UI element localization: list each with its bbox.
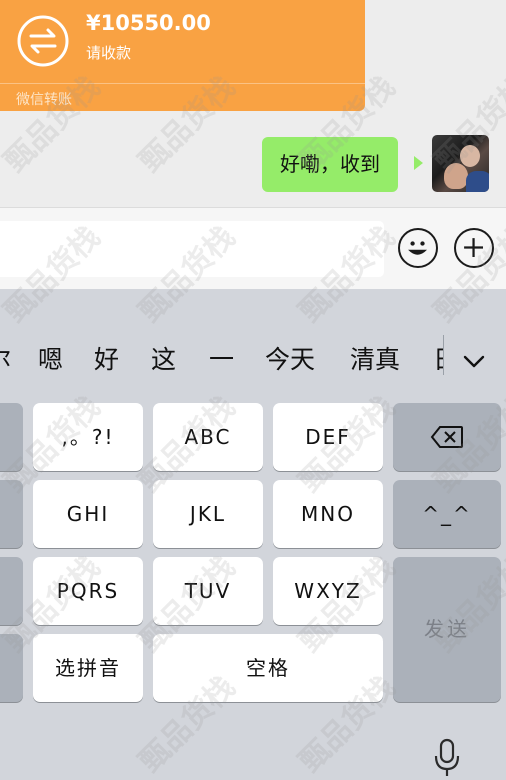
key-tuv[interactable]: TUV bbox=[153, 557, 263, 625]
avatar[interactable] bbox=[432, 135, 489, 192]
transfer-footer: 微信转账 bbox=[16, 92, 72, 108]
key-ghi[interactable]: GHI bbox=[33, 480, 143, 548]
avatar-face bbox=[460, 145, 480, 167]
space-key[interactable]: 空格 bbox=[153, 634, 383, 702]
transfer-card[interactable]: ¥10550.00 请收款 微信转账 bbox=[0, 0, 365, 111]
key-pqrs[interactable]: PQRS bbox=[33, 557, 143, 625]
key-wxyz[interactable]: WXYZ bbox=[273, 557, 383, 625]
chat-area: ¥10550.00 请收款 微信转账 好嘞，收到 bbox=[0, 0, 506, 205]
candidate-6[interactable]: 清真 bbox=[350, 331, 400, 389]
avatar-child bbox=[444, 163, 468, 189]
transfer-amount: ¥10550.00 bbox=[86, 11, 211, 35]
candidate-2[interactable]: 好 bbox=[94, 331, 119, 389]
key-mno[interactable]: MNO bbox=[273, 480, 383, 548]
message-bubble[interactable]: 好嘞，收到 bbox=[262, 137, 398, 192]
bubble-tail bbox=[414, 156, 423, 170]
emoji-icon[interactable] bbox=[398, 228, 438, 268]
candidate-5[interactable]: 今天 bbox=[265, 331, 315, 389]
side-key-4[interactable] bbox=[0, 634, 23, 702]
chevron-down-icon[interactable] bbox=[463, 355, 485, 369]
candidate-bar: 尔 嗯 好 这 一 今天 清真 日 bbox=[0, 331, 506, 389]
send-button[interactable]: 发送 bbox=[393, 557, 501, 702]
backspace-button[interactable] bbox=[393, 403, 501, 471]
avatar-shirt bbox=[466, 171, 489, 192]
candidate-0[interactable]: 尔 bbox=[0, 331, 11, 389]
key-jkl[interactable]: JKL bbox=[153, 480, 263, 548]
key-punctuation[interactable]: ,。?! bbox=[33, 403, 143, 471]
side-key-3[interactable] bbox=[0, 557, 23, 625]
key-abc[interactable]: ABC bbox=[153, 403, 263, 471]
transfer-icon bbox=[17, 15, 69, 67]
candidate-divider bbox=[443, 335, 444, 375]
candidate-7[interactable]: 日 bbox=[433, 331, 443, 389]
candidate-1[interactable]: 嗯 bbox=[38, 331, 63, 389]
side-key-2[interactable] bbox=[0, 480, 23, 548]
card-divider bbox=[0, 83, 365, 84]
message-input[interactable] bbox=[0, 221, 384, 277]
transfer-status: 请收款 bbox=[86, 44, 132, 62]
candidate-4[interactable]: 一 bbox=[209, 331, 234, 389]
key-emoticon[interactable]: ^_^ bbox=[393, 480, 501, 548]
backspace-icon bbox=[430, 426, 463, 448]
plus-icon[interactable] bbox=[454, 228, 494, 268]
candidate-3[interactable]: 这 bbox=[151, 331, 176, 389]
key-select-pinyin[interactable]: 选拼音 bbox=[33, 634, 143, 702]
side-key-1[interactable] bbox=[0, 403, 23, 471]
key-def[interactable]: DEF bbox=[273, 403, 383, 471]
microphone-icon[interactable] bbox=[432, 738, 462, 778]
